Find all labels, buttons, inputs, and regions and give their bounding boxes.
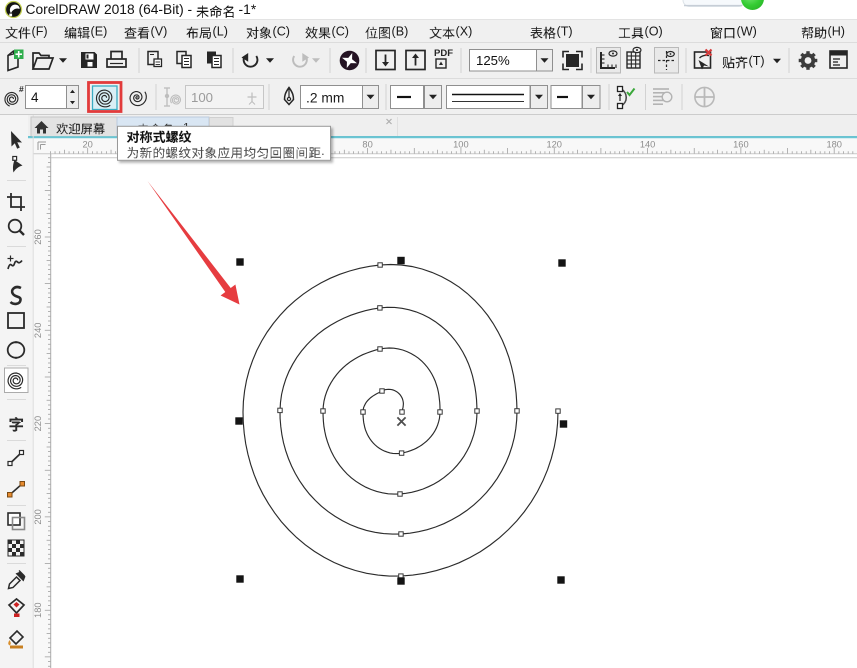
svg-text:4: 4 bbox=[31, 90, 39, 105]
svg-text:240: 240 bbox=[33, 323, 43, 339]
svg-text:(O): (O) bbox=[645, 24, 663, 38]
svg-text:260: 260 bbox=[33, 229, 43, 245]
svg-text:200: 200 bbox=[33, 509, 43, 525]
svg-text:.: . bbox=[321, 144, 325, 158]
svg-text:(C): (C) bbox=[332, 24, 349, 38]
svg-text:(B): (B) bbox=[392, 24, 409, 38]
svg-text:(C): (C) bbox=[273, 24, 290, 38]
svg-text:220: 220 bbox=[33, 416, 43, 432]
svg-text:(E): (E) bbox=[91, 24, 108, 38]
svg-text:(X): (X) bbox=[456, 24, 473, 38]
svg-text:#: # bbox=[19, 84, 24, 94]
svg-text:(L): (L) bbox=[213, 24, 228, 38]
svg-text:(V): (V) bbox=[151, 24, 168, 38]
svg-text:100: 100 bbox=[191, 90, 213, 105]
svg-text:(W): (W) bbox=[737, 24, 757, 38]
svg-text:CorelDRAW 2018 (64-Bit) -: CorelDRAW 2018 (64-Bit) - bbox=[26, 2, 193, 17]
svg-text:(T): (T) bbox=[557, 24, 573, 38]
svg-text:PDF: PDF bbox=[434, 48, 453, 59]
svg-text:180: 180 bbox=[33, 602, 43, 618]
svg-text:(F): (F) bbox=[32, 24, 48, 38]
svg-text:125%: 125% bbox=[476, 53, 510, 68]
svg-text:(H): (H) bbox=[828, 24, 845, 38]
svg-text:(T): (T) bbox=[749, 54, 765, 68]
svg-text:-1*: -1* bbox=[239, 2, 257, 17]
svg-text:.2 mm: .2 mm bbox=[306, 91, 344, 106]
